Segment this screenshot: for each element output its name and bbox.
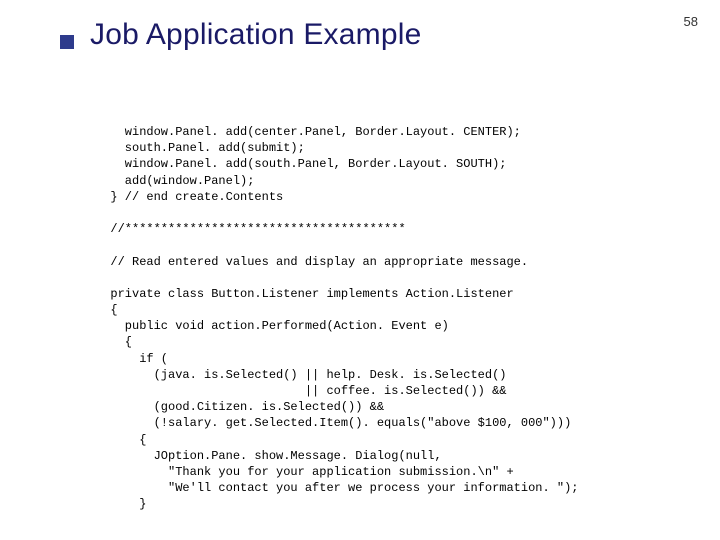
title-bullet-icon [60,35,74,49]
slide-title: Job Application Example [90,18,421,52]
page-number: 58 [684,14,698,29]
slide-title-row: Job Application Example [60,18,421,52]
code-block: window.Panel. add(center.Panel, Border.L… [96,124,578,513]
